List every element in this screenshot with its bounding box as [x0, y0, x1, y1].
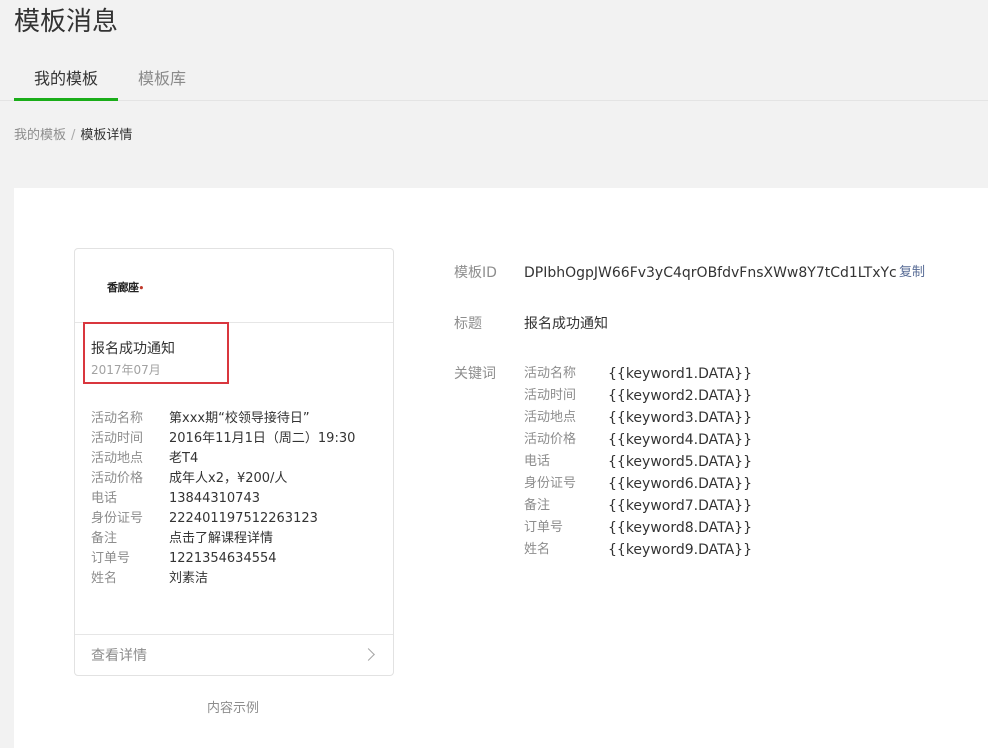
template-preview-card: 香廊座• 报名成功通知 2017年07月 活动名称 第xxx期“校领导接待日” 活… [74, 248, 394, 676]
keyword-row: 电话 {{keyword5.DATA}} [524, 451, 752, 473]
keyword-row: 活动价格 {{keyword4.DATA}} [524, 429, 752, 451]
field-row: 活动时间 2016年11月1日（周二）19:30 [91, 429, 355, 449]
active-tab-underline [14, 98, 118, 101]
keyword-name: 活动时间 [524, 388, 577, 403]
view-details-label: 查看详情 [91, 648, 147, 664]
title-value: 报名成功通知 [524, 316, 608, 332]
field-label: 活动时间 [91, 431, 144, 446]
keyword-value: {{keyword5.DATA}} [608, 454, 752, 470]
keyword-name: 电话 [524, 454, 551, 469]
keyword-value: {{keyword3.DATA}} [608, 410, 752, 426]
field-value: 第xxx期“校领导接待日” [169, 411, 310, 426]
keyword-row: 活动地点 {{keyword3.DATA}} [524, 407, 752, 429]
keyword-value: {{keyword1.DATA}} [608, 366, 752, 382]
field-value: 13844310743 [169, 491, 260, 506]
view-details-link[interactable]: 查看详情 [75, 634, 393, 675]
keyword-name: 活动名称 [524, 366, 577, 381]
field-value: 刘素洁 [169, 571, 209, 586]
keyword-row: 活动名称 {{keyword1.DATA}} [524, 363, 752, 385]
keyword-value: {{keyword7.DATA}} [608, 498, 752, 514]
field-value: 222401197512263123 [169, 511, 318, 526]
page-title: 模板消息 [14, 7, 119, 37]
keyword-name: 身份证号 [524, 476, 577, 491]
field-row: 姓名 刘素洁 [91, 569, 355, 589]
field-label: 电话 [91, 491, 118, 506]
keyword-row: 姓名 {{keyword9.DATA}} [524, 539, 752, 561]
field-row: 活动价格 成年人x2，¥200/人 [91, 469, 355, 489]
field-row: 活动名称 第xxx期“校领导接待日” [91, 409, 355, 429]
field-row: 电话 13844310743 [91, 489, 355, 509]
highlight-box [83, 322, 229, 384]
keyword-row: 活动时间 {{keyword2.DATA}} [524, 385, 752, 407]
template-id-label: 模板ID [454, 265, 497, 281]
field-label: 活动名称 [91, 411, 144, 426]
keyword-value: {{keyword4.DATA}} [608, 432, 752, 448]
brand-logo: 香廊座• [107, 281, 144, 294]
keyword-name: 备注 [524, 498, 551, 513]
keyword-name: 活动地点 [524, 410, 577, 425]
field-label: 订单号 [91, 551, 131, 566]
field-label: 身份证号 [91, 511, 144, 526]
field-row: 订单号 1221354634554 [91, 549, 355, 569]
field-value: 2016年11月1日（周二）19:30 [169, 431, 356, 446]
field-value: 老T4 [169, 451, 199, 466]
detail-panel: 香廊座• 报名成功通知 2017年07月 活动名称 第xxx期“校领导接待日” 活… [14, 188, 988, 748]
breadcrumb-current: 模板详情 [80, 128, 133, 143]
template-id-value: DPIbhOgpJW66Fv3yC4qrOBfdvFnsXWw8Y7tCd1LT… [524, 265, 897, 281]
breadcrumb: 我的模板 / 模板详情 [14, 126, 132, 146]
tab-my-templates[interactable]: 我的模板 [34, 68, 98, 90]
field-row: 备注 点击了解课程详情 [91, 529, 355, 549]
field-value: 成年人x2，¥200/人 [169, 471, 288, 486]
keyword-name: 活动价格 [524, 432, 577, 447]
keyword-name: 订单号 [524, 520, 564, 535]
field-value: 点击了解课程详情 [169, 531, 274, 546]
field-label: 活动价格 [91, 471, 144, 486]
breadcrumb-my-templates[interactable]: 我的模板 [14, 128, 66, 143]
copy-button[interactable]: 复制 [899, 262, 925, 284]
card-field-list: 活动名称 第xxx期“校领导接待日” 活动时间 2016年11月1日（周二）19:3… [91, 409, 355, 589]
keyword-row: 身份证号 {{keyword6.DATA}} [524, 473, 752, 495]
field-label: 活动地点 [91, 451, 144, 466]
content-example-caption: 内容示例 [207, 701, 260, 716]
keyword-value: {{keyword9.DATA}} [608, 542, 752, 558]
chevron-right-icon [362, 648, 375, 661]
keyword-name: 姓名 [524, 542, 551, 557]
field-value: 1221354634554 [169, 551, 277, 566]
keywords-label: 关键词 [454, 366, 496, 382]
keyword-row: 订单号 {{keyword8.DATA}} [524, 517, 752, 539]
breadcrumb-separator: / [71, 128, 76, 143]
title-label: 标题 [454, 316, 482, 332]
tab-template-library[interactable]: 模板库 [138, 68, 186, 90]
keyword-value: {{keyword2.DATA}} [608, 388, 752, 404]
keyword-row: 备注 {{keyword7.DATA}} [524, 495, 752, 517]
field-row: 身份证号 222401197512263123 [91, 509, 355, 529]
tab-bar: 我的模板 模板库 [0, 60, 988, 101]
field-row: 活动地点 老T4 [91, 449, 355, 469]
field-label: 备注 [91, 531, 118, 546]
keyword-value: {{keyword6.DATA}} [608, 476, 752, 492]
field-label: 姓名 [91, 571, 118, 586]
keyword-list: 活动名称 {{keyword1.DATA}} 活动时间 {{keyword2.DAT… [524, 363, 752, 561]
keyword-value: {{keyword8.DATA}} [608, 520, 752, 536]
